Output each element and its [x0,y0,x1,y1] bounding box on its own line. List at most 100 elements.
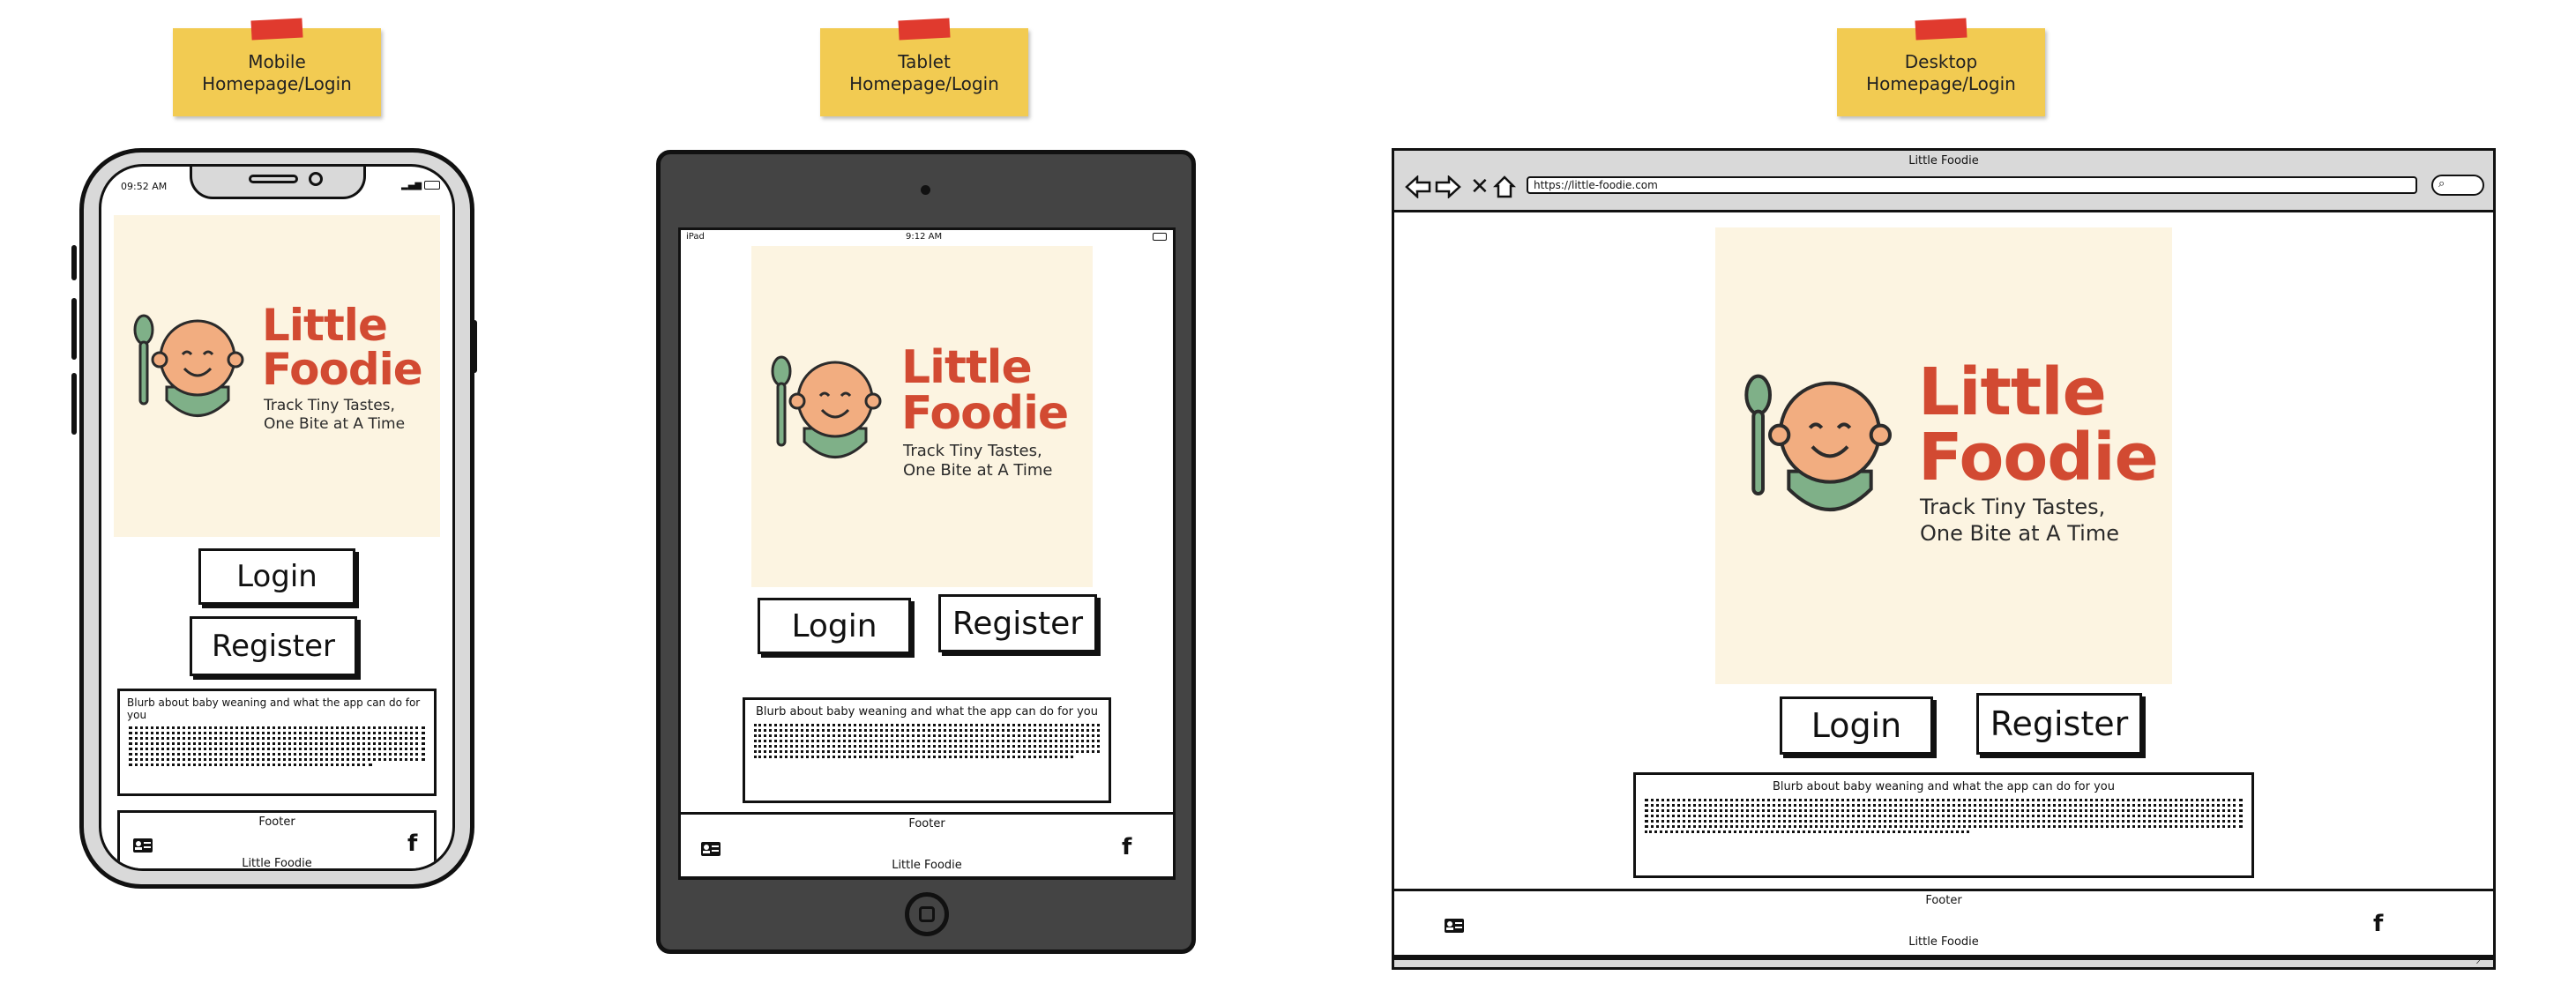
phone-screen: 09:52 AM ▂▄▆ Little Foodie Track Tiny Ta… [99,164,455,871]
home-button-square [919,906,935,922]
url-text: https://little-foodie.com [1534,179,1658,191]
logo-tagline: Track Tiny Tastes, One Bite at A Time [264,397,405,434]
login-button[interactable]: Login [758,598,911,654]
baby-spoon-icon [133,314,244,417]
home-icon[interactable] [1493,175,1516,198]
logo-panel: Little Foodie Track Tiny Tastes, One Bit… [114,215,440,537]
desktop-note: Desktop Homepage/Login [1837,18,2045,116]
tagline-line: One Bite at A Time [903,461,1053,480]
mobile-wireframe: 09:52 AM ▂▄▆ Little Foodie Track Tiny Ta… [71,148,477,889]
note-line: Mobile [248,51,306,72]
tablet-wireframe: iPad 9:12 AM Little Foodie Track Tiny Ta… [656,150,1196,954]
url-bar[interactable]: https://little-foodie.com [1527,176,2417,194]
front-camera [921,185,930,195]
blurb-box: Blurb about baby weaning and what the ap… [117,689,437,796]
arrow-left-icon[interactable] [1405,175,1431,198]
footer-label: Footer [1925,894,1962,907]
tagline-line: One Bite at A Time [1920,521,2119,546]
logo-title-line: Little [901,341,1033,394]
camera [309,172,323,186]
tagline-line: Track Tiny Tastes, [1920,495,2106,519]
phone-side-button [472,320,477,373]
window-title: Little Foodie [1908,154,1979,168]
contact-card-icon[interactable] [700,841,721,857]
login-button[interactable]: Login [198,548,355,605]
blurb-title: Blurb about baby weaning and what the ap… [756,705,1098,719]
status-time: 9:12 AM [906,232,943,242]
home-button[interactable] [905,892,949,936]
note-line: Tablet [898,51,951,72]
blurb-box: Blurb about baby weaning and what the ap… [743,697,1111,803]
logo-title-line: Foodie [1918,420,2159,495]
bottom-scrollbar[interactable] [1394,957,2493,967]
footer-brand: Little Foodie [892,859,962,872]
blurb-title: Blurb about baby weaning and what the ap… [127,696,421,721]
note-line: Homepage/Login [202,73,352,94]
logo-panel: Little Foodie Track Tiny Tastes, One Bit… [751,246,1093,587]
status-device: iPad [686,232,705,242]
phone-notch [190,167,366,199]
phone-side-button [71,373,77,435]
contact-card-icon[interactable] [132,838,153,853]
desktop-wireframe: Little Foodie ✕ https://little-foodie.co… [1392,148,2496,970]
logo-tagline: Track Tiny Tastes, One Bite at A Time [1920,494,2119,547]
footer-label: Footer [258,815,295,829]
logo-title-line: Foodie [901,387,1069,440]
blurb-box: Blurb about baby weaning and what the ap… [1633,772,2254,878]
login-button[interactable]: Login [1780,696,1933,755]
blurb-placeholder-text [120,726,434,769]
tagline-line: One Bite at A Time [264,415,406,433]
baby-spoon-icon [1744,374,1892,511]
contact-card-icon[interactable] [1444,918,1465,934]
logo-title: Little Foodie [1918,354,2159,495]
battery-icon [1153,233,1167,241]
tablet-note: Tablet Homepage/Login [820,18,1028,116]
tablet-screen: iPad 9:12 AM Little Foodie Track Tiny Ta… [678,227,1176,880]
logo-title-line: Little [262,300,388,351]
resize-grip-icon[interactable]: ⟋ [2476,954,2483,967]
footer-brand: Little Foodie [242,857,312,870]
logo-panel: Little Foodie Track Tiny Tastes, One Bit… [1715,227,2172,684]
mobile-note: Mobile Homepage/Login [173,18,381,116]
tagline-line: Track Tiny Tastes, [903,442,1042,460]
little-foodie-logo: Little Foodie Track Tiny Tastes, One Bit… [1742,360,2165,554]
note-line: Homepage/Login [849,73,999,94]
register-button[interactable]: Register [938,594,1097,652]
note-line: Desktop [1904,51,1978,72]
blurb-placeholder-text [1636,799,2251,836]
tape-decoration [1915,18,1967,41]
signal-icon: ▂▄▆ [401,181,422,190]
search-icon: ⌕ [2438,177,2445,190]
note-line: Homepage/Login [1866,73,2016,94]
search-field[interactable]: ⌕ [2431,175,2484,196]
footer-label: Footer [908,817,945,830]
logo-tagline: Track Tiny Tastes, One Bite at A Time [903,442,1052,480]
facebook-icon[interactable]: f [2373,911,2383,937]
register-button[interactable]: Register [1976,693,2142,755]
little-foodie-logo: Little Foodie Track Tiny Tastes, One Bit… [131,303,431,444]
baby-spoon-icon [771,355,882,458]
blurb-title: Blurb about baby weaning and what the ap… [1773,780,2115,793]
close-icon[interactable]: ✕ [1470,174,1490,200]
little-foodie-logo: Little Foodie Track Tiny Tastes, One Bit… [769,345,1086,486]
footer: Footer Little Foodie f [117,810,437,870]
logo-title: Little Foodie [901,341,1069,440]
phone-side-button [71,298,77,360]
footer: Footer Little Foodie f [678,812,1176,879]
logo-title: Little Foodie [262,300,423,391]
arrow-right-icon[interactable] [1435,175,1461,198]
battery-icon [424,181,440,190]
logo-title-line: Little [1918,354,2107,430]
blurb-placeholder-text [745,724,1109,761]
browser-toolbar: Little Foodie ✕ https://little-foodie.co… [1394,151,2493,212]
status-time: 09:52 AM [121,181,168,192]
facebook-icon[interactable]: f [1122,834,1131,860]
tagline-line: Track Tiny Tastes, [264,397,395,414]
tape-decoration [250,18,303,41]
facebook-icon[interactable]: f [407,830,417,857]
footer: Footer Little Foodie f [1392,889,2496,957]
footer-brand: Little Foodie [1908,935,1979,949]
phone-side-button [71,245,77,280]
register-button[interactable]: Register [190,616,357,676]
tape-decoration [898,18,951,41]
